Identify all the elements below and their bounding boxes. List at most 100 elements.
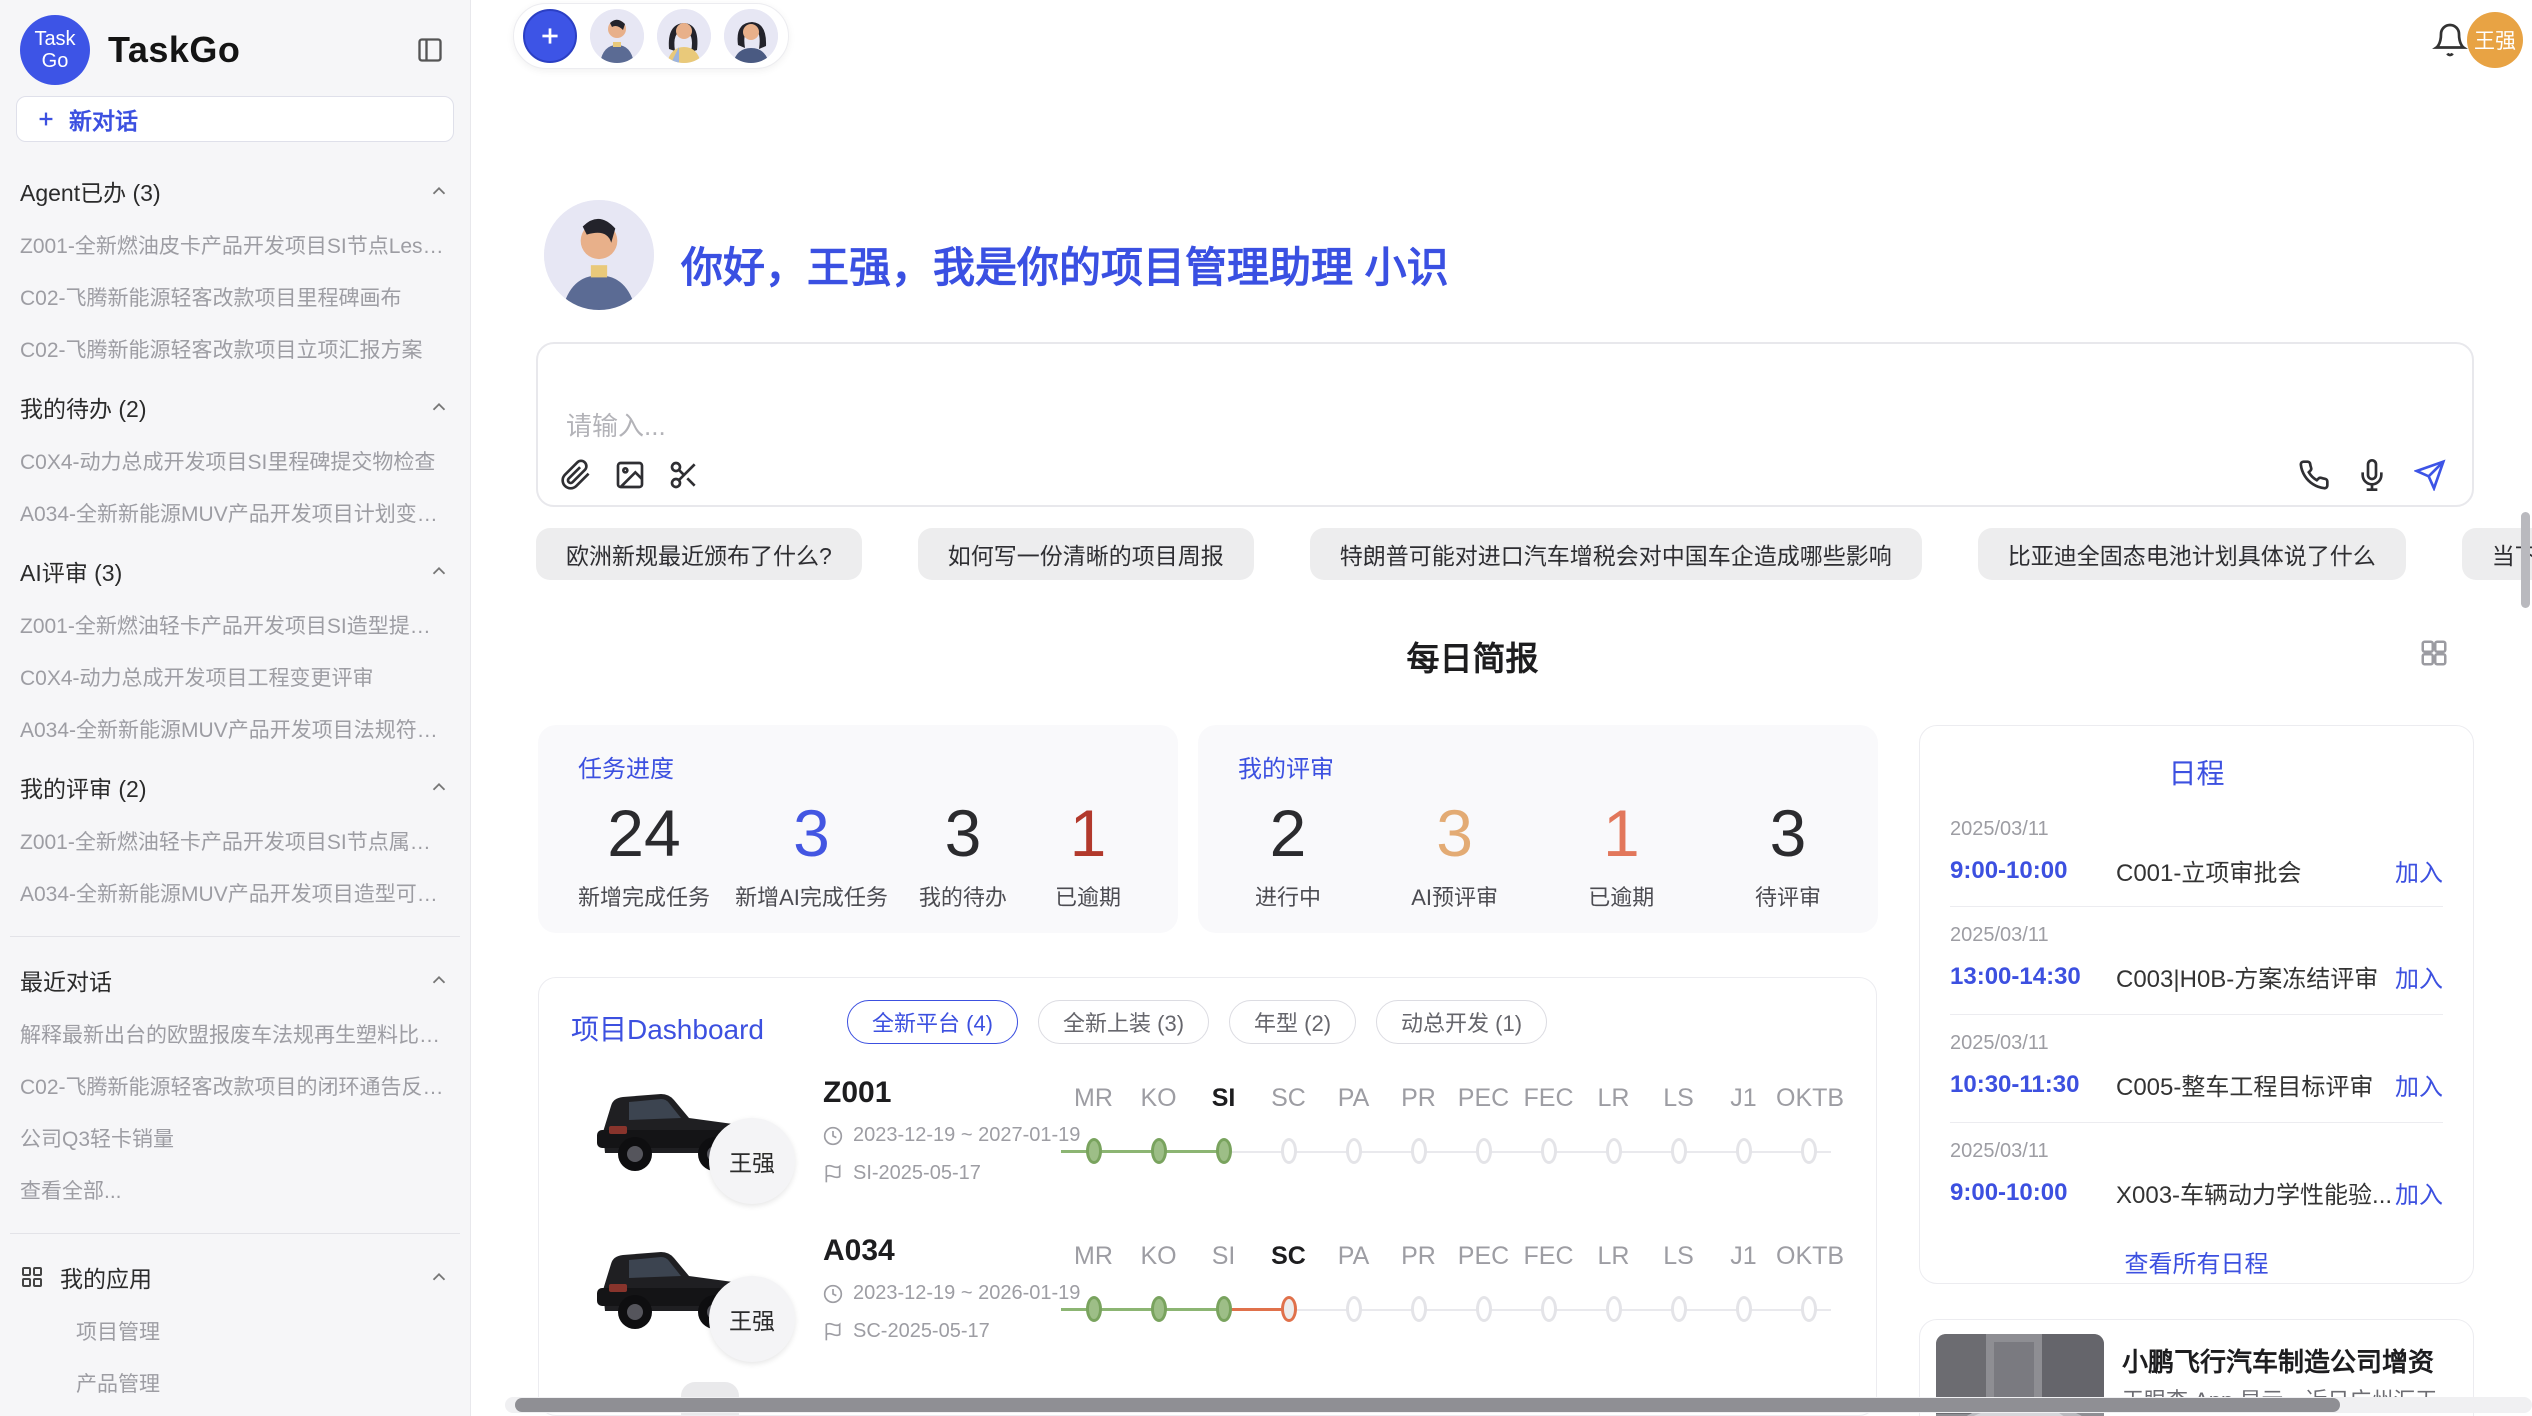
milestone-dot-sc[interactable] — [1281, 1138, 1297, 1164]
join-button[interactable]: 加入 — [2395, 959, 2443, 994]
list-item[interactable]: A034-全新新能源MUV产品开发项目计划变更表编写 — [20, 498, 450, 528]
milestone-dot-j1[interactable] — [1736, 1296, 1752, 1322]
milestone-dot-pr[interactable] — [1411, 1296, 1427, 1322]
section-my-todo[interactable]: 我的待办 (2) — [20, 390, 450, 424]
milestone-label-mr: MR — [1061, 1084, 1126, 1113]
notifications-bell-icon[interactable] — [2432, 22, 2470, 60]
milestone-dot-pr[interactable] — [1411, 1138, 1427, 1164]
section-my-apps[interactable]: 我的应用 — [20, 1260, 450, 1294]
project-owner-badge[interactable]: 王强 — [709, 1276, 795, 1362]
suggestion-chip[interactable]: 欧洲新规最近颁布了什么? — [536, 528, 862, 580]
send-icon[interactable] — [2414, 459, 2446, 491]
milestone-dot-si[interactable] — [1216, 1138, 1232, 1164]
logo-text-bottom: Go — [42, 50, 69, 72]
milestone-dot-mr[interactable] — [1086, 1138, 1102, 1164]
milestone-dot-mr[interactable] — [1086, 1296, 1102, 1322]
section-recent-chats[interactable]: 最近对话 — [20, 963, 450, 997]
milestone-dot-ko[interactable] — [1151, 1296, 1167, 1322]
list-item[interactable]: C0X4-动力总成开发项目工程变更评审 — [20, 662, 450, 692]
join-button[interactable]: 加入 — [2395, 1067, 2443, 1102]
milestone-label-fec: FEC — [1516, 1084, 1581, 1113]
section-my-review[interactable]: 我的评审 (2) — [20, 770, 450, 804]
suggestion-chip[interactable]: 如何写一份清晰的项目周报 — [918, 528, 1254, 580]
stat-label: 已逾期 — [1038, 880, 1138, 912]
scissors-icon[interactable] — [668, 459, 700, 491]
list-item[interactable]: A034-全新新能源MUV产品开发项目法规符合性评审 — [20, 714, 450, 744]
add-session-button[interactable] — [523, 9, 577, 63]
milestone-dot-ko[interactable] — [1151, 1138, 1167, 1164]
chevron-up-icon[interactable] — [428, 1266, 450, 1288]
horizontal-scrollbar[interactable] — [505, 1397, 2532, 1413]
clock-icon — [823, 1126, 843, 1146]
avatar[interactable] — [590, 9, 644, 63]
sidebar-collapse-icon[interactable] — [412, 32, 448, 68]
microphone-icon[interactable] — [2356, 459, 2388, 491]
stat-new-ai-done: 3 新增AI完成任务 — [735, 794, 888, 912]
list-item[interactable]: 公司Q3轻卡销量 — [20, 1123, 450, 1153]
join-button[interactable]: 加入 — [2395, 1175, 2443, 1210]
milestone-dot-pec[interactable] — [1476, 1296, 1492, 1322]
join-button[interactable]: 加入 — [2395, 853, 2443, 888]
view-all-schedule-link[interactable]: 查看所有日程 — [1920, 1244, 2473, 1279]
section-ai-review[interactable]: AI评审 (3) — [20, 554, 450, 588]
list-item[interactable]: C02-飞腾新能源轻客改款项目里程碑画布 — [20, 282, 450, 312]
session-avatar-bar — [513, 3, 789, 69]
chevron-up-icon[interactable] — [428, 969, 450, 991]
milestone-dot-lr[interactable] — [1606, 1138, 1622, 1164]
milestone-dot-ls[interactable] — [1671, 1296, 1687, 1322]
milestone-dot-ls[interactable] — [1671, 1138, 1687, 1164]
chevron-up-icon[interactable] — [428, 396, 450, 418]
suggestion-chip[interactable]: 比亚迪全固态电池计划具体说了什么 — [1978, 528, 2406, 580]
chat-input-box[interactable]: 请输入... — [536, 342, 2474, 507]
list-item[interactable]: Z001-全新燃油轻卡产品开发项目SI造型提交物评审 — [20, 610, 450, 640]
milestone-dot-oktb[interactable] — [1801, 1296, 1817, 1322]
milestone-dot-fec[interactable] — [1541, 1138, 1557, 1164]
layout-grid-icon[interactable] — [2419, 638, 2449, 668]
project-owner-badge[interactable]: 王强 — [709, 1118, 795, 1204]
list-item[interactable]: Z001-全新燃油皮卡产品开发项目SI节点Lesson Learn报告 — [20, 230, 450, 260]
milestone-dot-si[interactable] — [1216, 1296, 1232, 1322]
milestone-dot-oktb[interactable] — [1801, 1138, 1817, 1164]
tab-new-body[interactable]: 全新上装 (3) — [1038, 1000, 1209, 1044]
stat-value: 3 — [735, 794, 888, 872]
phone-call-icon[interactable] — [2298, 459, 2330, 491]
sidebar-item-product-mgmt[interactable]: 产品管理 — [76, 1368, 450, 1398]
suggestion-chip[interactable]: 特朗普可能对进口汽车增税会对中国车企造成哪些影响 — [1310, 528, 1922, 580]
avatar[interactable] — [657, 9, 711, 63]
avatar[interactable] — [724, 9, 778, 63]
milestone-dot-lr[interactable] — [1606, 1296, 1622, 1322]
chevron-up-icon[interactable] — [428, 180, 450, 202]
milestone-dot-pa[interactable] — [1346, 1296, 1362, 1322]
tab-new-platform[interactable]: 全新平台 (4) — [847, 1000, 1018, 1044]
milestone-dot-pa[interactable] — [1346, 1138, 1362, 1164]
project-code[interactable]: A034 — [823, 1234, 895, 1268]
chevron-up-icon[interactable] — [428, 776, 450, 798]
list-item[interactable]: C02-飞腾新能源轻客改款项目立项汇报方案 — [20, 334, 450, 364]
stat-value: 3 — [1738, 794, 1838, 872]
list-item[interactable]: C0X4-动力总成开发项目SI里程碑提交物检查 — [20, 446, 450, 476]
user-avatar[interactable]: 王强 — [2467, 12, 2523, 68]
attachment-icon[interactable] — [560, 459, 592, 491]
project-flag: SI-2025-05-17 — [823, 1162, 981, 1185]
milestone-dot-sc[interactable] — [1281, 1296, 1297, 1322]
milestone-dot-pec[interactable] — [1476, 1138, 1492, 1164]
new-chat-button[interactable]: 新对话 — [16, 96, 454, 142]
tab-powertrain[interactable]: 动总开发 (1) — [1376, 1000, 1547, 1044]
project-code[interactable]: Z001 — [823, 1076, 891, 1110]
list-item[interactable]: Z001-全新燃油轻卡产品开发项目SI节点属性5D文件评审 — [20, 826, 450, 856]
image-upload-icon[interactable] — [614, 459, 646, 491]
list-item[interactable]: C02-飞腾新能源轻客改款项目的闭环通告反馈情况 — [20, 1071, 450, 1101]
schedule-date: 2025/03/11 — [1950, 924, 2443, 947]
milestone-dot-j1[interactable] — [1736, 1138, 1752, 1164]
vertical-scrollbar-thumb[interactable] — [2521, 512, 2530, 608]
list-item[interactable]: 解释最新出台的欧盟报废车法规再生塑料比例被调至15%... — [20, 1019, 450, 1049]
section-agent-done[interactable]: Agent已办 (3) — [20, 174, 450, 208]
view-all-chats[interactable]: 查看全部... — [20, 1175, 450, 1205]
scrollbar-thumb[interactable] — [515, 1398, 2340, 1412]
chevron-up-icon[interactable] — [428, 560, 450, 582]
tab-year-model[interactable]: 年型 (2) — [1229, 1000, 1356, 1044]
milestone-dot-fec[interactable] — [1541, 1296, 1557, 1322]
list-item[interactable]: A034-全新新能源MUV产品开发项目造型可行性评审 — [20, 878, 450, 908]
my-review-card: 我的评审 2 进行中 3 AI预评审 1 已逾期 3 待评审 — [1198, 725, 1878, 933]
sidebar-item-project-mgmt[interactable]: 项目管理 — [76, 1316, 450, 1346]
